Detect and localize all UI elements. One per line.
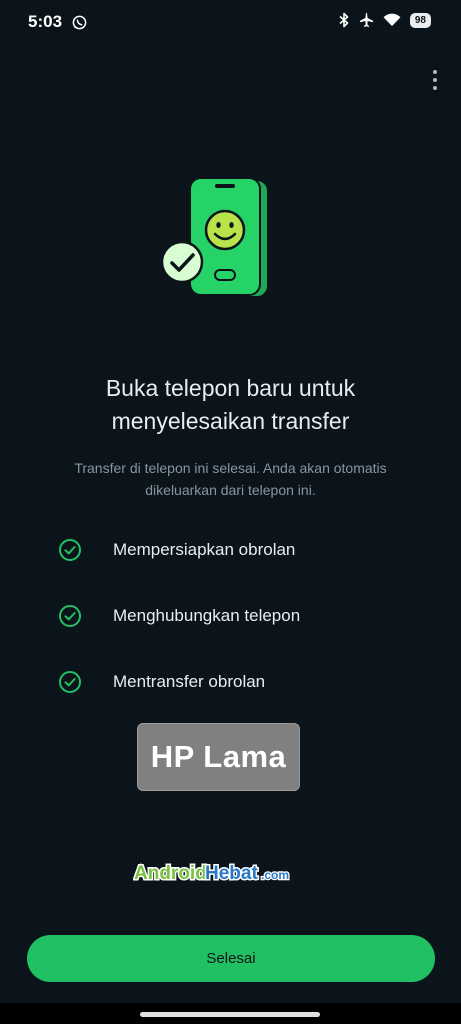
- transfer-steps-list: Mempersiapkan obrolan Menghubungkan tele…: [58, 532, 418, 730]
- step-label: Mempersiapkan obrolan: [113, 540, 296, 559]
- status-icons: 98: [339, 12, 431, 28]
- androidhebat-watermark-logo: Android Hebat .com: [133, 862, 290, 886]
- transfer-complete-screen: 5:03 98 Buka telepon baru untuk menyeles…: [0, 0, 461, 1024]
- whatsapp-icon: [72, 15, 87, 30]
- status-time: 5:03: [28, 12, 63, 31]
- step-connect-phones: Menghubungkan telepon: [58, 598, 418, 664]
- check-circle-icon: [59, 671, 81, 693]
- phone-transfer-illustration: [160, 178, 269, 298]
- step-prepare-chats: Mempersiapkan obrolan: [58, 532, 418, 598]
- check-circle-icon: [59, 605, 81, 627]
- bluetooth-icon: [339, 12, 349, 28]
- svg-text:Hebat: Hebat: [205, 863, 258, 884]
- battery-indicator: 98: [409, 12, 431, 28]
- step-transfer-chats: Mentransfer obrolan: [58, 664, 418, 730]
- page-title: Buka telepon baru untuk menyelesaikan tr…: [105, 375, 356, 434]
- step-label: Mentransfer obrolan: [113, 672, 266, 691]
- page-subtitle: Transfer di telepon ini selesai. Anda ak…: [74, 460, 387, 498]
- status-bar: 5:03 98: [0, 0, 461, 44]
- smiley-icon: [204, 209, 246, 251]
- more-vert-icon[interactable]: [431, 70, 439, 92]
- home-gesture-handle[interactable]: [140, 1012, 320, 1017]
- wifi-icon: [383, 13, 401, 26]
- old-phone-label: HP Lama: [137, 723, 300, 791]
- airplane-icon: [359, 13, 373, 27]
- system-navigation-bar: [0, 1003, 461, 1024]
- check-circle-icon: [59, 539, 81, 561]
- done-button[interactable]: Selesai: [27, 935, 435, 982]
- svg-text:.com: .com: [261, 868, 289, 882]
- svg-text:Android: Android: [134, 863, 207, 884]
- step-label: Menghubungkan telepon: [113, 606, 301, 625]
- checkmark-badge-icon: [160, 240, 204, 284]
